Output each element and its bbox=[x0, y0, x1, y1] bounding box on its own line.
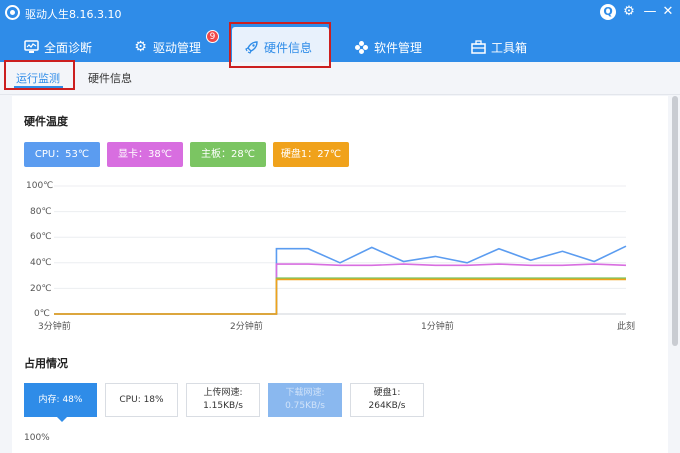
usage-section-title: 占用情况 bbox=[24, 357, 68, 370]
x-tick-label: 1分钟前 bbox=[421, 322, 454, 332]
series-line-1 bbox=[54, 263, 627, 315]
disk-speed-box[interactable]: 硬盘1: 264KB/s bbox=[350, 383, 424, 417]
usage-box-label: 下载网速: bbox=[285, 388, 325, 398]
usage-y-tick-label: 100% bbox=[24, 433, 50, 443]
usage-box-value: 0.75KB/s bbox=[285, 401, 325, 411]
usage-box-label: CPU: 18% bbox=[119, 394, 164, 405]
x-tick-label: 3分钟前 bbox=[38, 322, 71, 332]
series-line-3 bbox=[54, 278, 626, 315]
usage-box-label: 硬盘1: bbox=[373, 388, 401, 398]
memory-usage-box[interactable]: 内存: 48% bbox=[24, 383, 97, 417]
x-tick-label: 此刻 bbox=[617, 322, 636, 332]
x-tick-label: 2分钟前 bbox=[230, 322, 263, 332]
usage-box-label: 内存: 48% bbox=[38, 394, 83, 405]
cpu-usage-box[interactable]: CPU: 18% bbox=[105, 383, 178, 417]
usage-box-value: 1.15KB/s bbox=[203, 401, 243, 411]
usage-box-label: 上传网速: bbox=[203, 388, 243, 398]
series-line-2 bbox=[54, 277, 626, 315]
upload-speed-box[interactable]: 上传网速: 1.15KB/s bbox=[186, 383, 260, 417]
usage-box-value: 264KB/s bbox=[368, 401, 406, 411]
download-speed-box[interactable]: 下载网速: 0.75KB/s bbox=[268, 383, 342, 417]
active-box-pointer bbox=[57, 417, 67, 422]
